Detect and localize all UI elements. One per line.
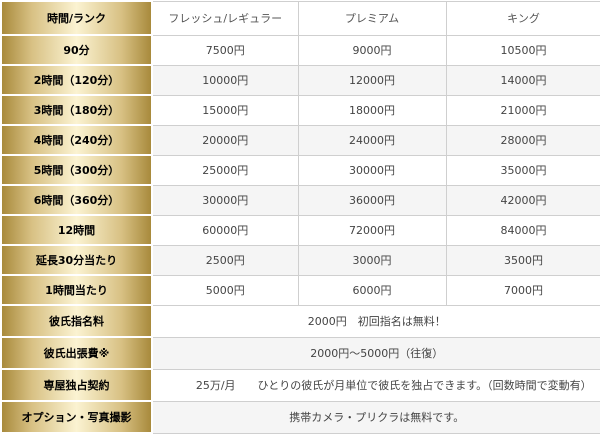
price-cell: 10000円 [151, 64, 299, 96]
column-header-premium: プレミアム [297, 0, 447, 36]
price-cell: 30000円 [151, 184, 299, 216]
row-label: 90分 [0, 34, 153, 66]
row-label: 彼氏出張費※ [0, 336, 153, 370]
price-cell: 5000円 [151, 274, 299, 306]
price-cell: 42000円 [445, 184, 600, 216]
row-label: 6時間（360分） [0, 184, 153, 216]
header-row: 時間/ランク フレッシュ/レギュラー プレミアム キング [0, 0, 600, 36]
price-cell: 2500円 [151, 244, 299, 276]
table-row: 90分 7500円 9000円 10500円 [0, 34, 600, 66]
nomination-fee-text: 2000円 初回指名は無料！ [151, 304, 600, 338]
row-label: 彼氏指名料 [0, 304, 153, 338]
price-cell: 35000円 [445, 154, 600, 186]
price-cell: 36000円 [297, 184, 447, 216]
table-row: 1時間当たり 5000円 6000円 7000円 [0, 274, 600, 306]
price-cell: 3000円 [297, 244, 447, 276]
price-cell: 60000円 [151, 214, 299, 246]
price-cell: 20000円 [151, 124, 299, 156]
row-label: オプション・写真撮影 [0, 400, 153, 434]
row-label: 延長30分当たり [0, 244, 153, 276]
column-header-fresh-regular: フレッシュ/レギュラー [151, 0, 299, 36]
price-cell: 7000円 [445, 274, 600, 306]
extra-row-exclusive: 専屋独占契約 25万/月 ひとりの彼氏が月単位で彼氏を独占できます。（回数時間で… [0, 368, 600, 402]
price-table: 時間/ランク フレッシュ/レギュラー プレミアム キング 90分 7500円 9… [0, 0, 600, 434]
extra-row-options: オプション・写真撮影 携帯カメラ・プリクラは無料です。 [0, 400, 600, 434]
price-cell: 28000円 [445, 124, 600, 156]
price-cell: 9000円 [297, 34, 447, 66]
table-row: 12時間 60000円 72000円 84000円 [0, 214, 600, 246]
row-label: 3時間（180分） [0, 94, 153, 126]
price-cell: 25000円 [151, 154, 299, 186]
travel-fee-text: 2000円～5000円（往復） [151, 336, 600, 370]
header-corner-cell: 時間/ランク [0, 0, 153, 36]
table-row: 延長30分当たり 2500円 3000円 3500円 [0, 244, 600, 276]
column-header-king: キング [445, 0, 600, 36]
price-cell: 6000円 [297, 274, 447, 306]
price-cell: 14000円 [445, 64, 600, 96]
price-cell: 24000円 [297, 124, 447, 156]
table-row: 5時間（300分） 25000円 30000円 35000円 [0, 154, 600, 186]
row-label: 1時間当たり [0, 274, 153, 306]
price-cell: 12000円 [297, 64, 447, 96]
price-cell: 3500円 [445, 244, 600, 276]
extra-row-travel: 彼氏出張費※ 2000円～5000円（往復） [0, 336, 600, 370]
price-cell: 15000円 [151, 94, 299, 126]
table-row: 4時間（240分） 20000円 24000円 28000円 [0, 124, 600, 156]
price-cell: 7500円 [151, 34, 299, 66]
price-cell: 30000円 [297, 154, 447, 186]
price-cell: 18000円 [297, 94, 447, 126]
exclusive-contract-text: 25万/月 ひとりの彼氏が月単位で彼氏を独占できます。（回数時間で変動有） [151, 368, 600, 402]
options-photo-text: 携帯カメラ・プリクラは無料です。 [151, 400, 600, 434]
row-label: 12時間 [0, 214, 153, 246]
row-label: 専屋独占契約 [0, 368, 153, 402]
row-label: 2時間（120分） [0, 64, 153, 96]
table-row: 2時間（120分） 10000円 12000円 14000円 [0, 64, 600, 96]
row-label: 5時間（300分） [0, 154, 153, 186]
price-cell: 10500円 [445, 34, 600, 66]
table-row: 3時間（180分） 15000円 18000円 21000円 [0, 94, 600, 126]
price-cell: 21000円 [445, 94, 600, 126]
table-row: 6時間（360分） 30000円 36000円 42000円 [0, 184, 600, 216]
price-cell: 72000円 [297, 214, 447, 246]
price-cell: 84000円 [445, 214, 600, 246]
row-label: 4時間（240分） [0, 124, 153, 156]
extra-row-nomination: 彼氏指名料 2000円 初回指名は無料！ [0, 304, 600, 338]
